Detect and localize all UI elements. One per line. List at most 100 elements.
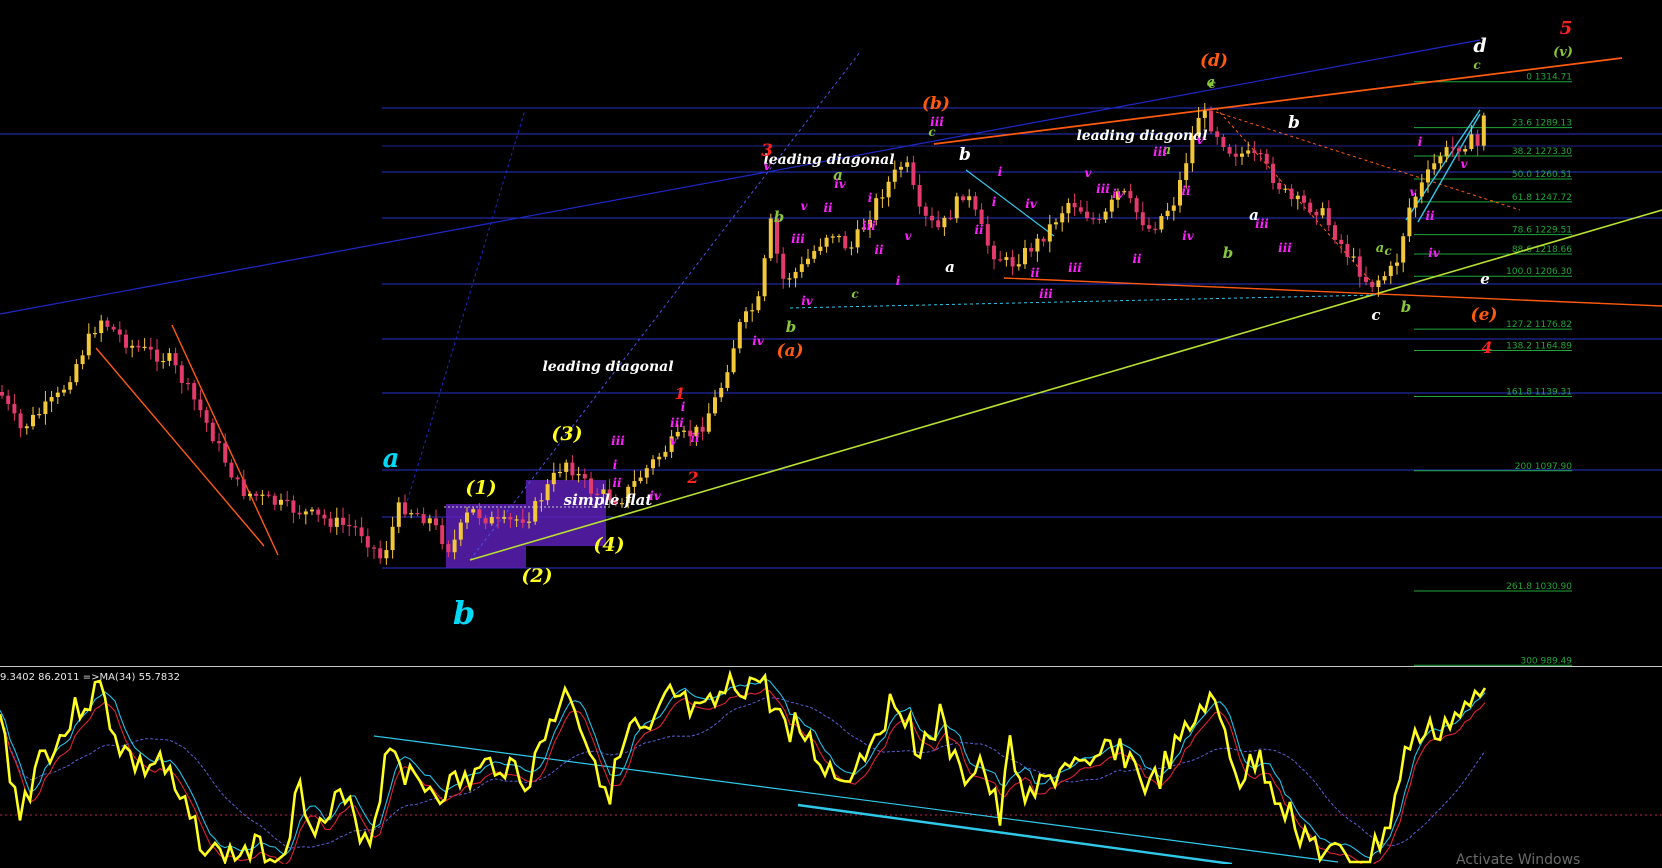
candle-body (124, 334, 128, 348)
candle-body (1047, 224, 1052, 242)
wave-label: iii (1039, 287, 1053, 301)
candle-body (229, 462, 234, 478)
candle-body (948, 217, 953, 220)
wave-label: i (1418, 135, 1423, 149)
candle-body (409, 513, 414, 515)
candle-body (74, 364, 79, 383)
candle-body (1066, 202, 1071, 214)
wave-label: v (1410, 185, 1418, 199)
wave-label: a (1207, 75, 1215, 90)
wave-label: iv (1428, 246, 1441, 260)
candle-body (434, 518, 438, 526)
candle-body (837, 235, 841, 238)
candle-body (223, 443, 228, 463)
candle-body (1308, 202, 1313, 212)
candle-body (1209, 110, 1213, 132)
candle-body (471, 509, 476, 513)
candle-body (1016, 264, 1021, 267)
wave-label: v (1085, 166, 1093, 180)
wave-label: b (786, 318, 797, 336)
candle-body (750, 310, 755, 312)
candle-body (1345, 244, 1350, 258)
candle-body (1171, 205, 1176, 211)
wave-label: iii (1068, 261, 1082, 275)
wave-label: b (774, 208, 785, 226)
candle-body (806, 258, 810, 265)
candle-body (111, 326, 116, 330)
wave-label: i (896, 274, 901, 288)
fib-label: 127.2 1176.82 (1506, 320, 1572, 330)
candle-body (1023, 247, 1027, 265)
wave-label: v (801, 199, 809, 213)
candle-body (768, 218, 773, 259)
candle-body (787, 278, 792, 280)
wave-label: ii (874, 243, 884, 257)
candle-body (1029, 247, 1034, 252)
candle-body (1339, 239, 1344, 245)
candle-body (930, 215, 934, 221)
candle-body (1407, 207, 1412, 237)
candle-body (427, 518, 432, 524)
candle-body (1444, 147, 1449, 157)
candle-body (514, 519, 519, 521)
candle-body (570, 462, 575, 476)
candle-body (1395, 262, 1399, 266)
candle-body (830, 236, 835, 238)
wave-label: (v) (1553, 45, 1573, 60)
candle-body (1302, 195, 1306, 203)
candle-body (985, 224, 990, 246)
candle-body (1438, 156, 1443, 164)
candle-body (1233, 153, 1238, 157)
candle-body (1382, 276, 1387, 281)
candle-body (1240, 153, 1244, 157)
candle-body (1320, 208, 1325, 216)
candle-body (440, 525, 445, 545)
candle-body (1295, 195, 1300, 200)
candle-body (973, 196, 978, 210)
wave-label: iii (1278, 241, 1292, 255)
candle-body (353, 526, 358, 528)
candle-body (874, 198, 879, 220)
wave-label: ii (974, 223, 984, 237)
candle-body (998, 259, 1003, 261)
wave-label: ii (823, 201, 833, 215)
candle-body (1450, 147, 1455, 149)
candle-body (254, 493, 259, 496)
candle-body (6, 395, 11, 404)
wave-label: c (1473, 58, 1481, 72)
candle-body (37, 414, 42, 416)
wave-label: iv (1182, 229, 1195, 243)
candle-body (1140, 212, 1145, 226)
candle-body (756, 296, 761, 311)
fib-label: 23.6 1289.13 (1512, 119, 1572, 129)
candle-body (167, 353, 172, 361)
candle-body (527, 521, 531, 523)
candle-body (1370, 281, 1375, 288)
candle-body (1469, 134, 1474, 150)
candle-body (1252, 150, 1257, 154)
wave-label: (2) (521, 565, 552, 587)
wave-label: ii (1132, 252, 1142, 266)
wave-label: ii (612, 476, 622, 490)
candle-body (390, 526, 395, 551)
candle-body (55, 392, 60, 398)
candle-body (43, 401, 48, 415)
wave-label: b (959, 145, 971, 165)
candle-body (936, 220, 941, 228)
wave-label: i (681, 400, 686, 414)
candle-body (1103, 211, 1108, 220)
candle-body (638, 477, 643, 482)
price-chart: 0 1314.71 23.6 1289.13 38.2 1273.30 50.0 12… (0, 0, 1662, 868)
candle-body (297, 512, 302, 515)
candle-body (86, 333, 91, 356)
candle-body (1283, 188, 1288, 190)
candle-body (1333, 225, 1337, 240)
wave-label: ii (1030, 266, 1040, 280)
candle-body (843, 235, 848, 249)
candle-body (0, 392, 4, 396)
range-box (446, 504, 526, 568)
candle-body (341, 517, 345, 525)
candle-body (1271, 163, 1275, 183)
wave-label: ii (690, 431, 700, 445)
candle-body (1109, 199, 1114, 212)
